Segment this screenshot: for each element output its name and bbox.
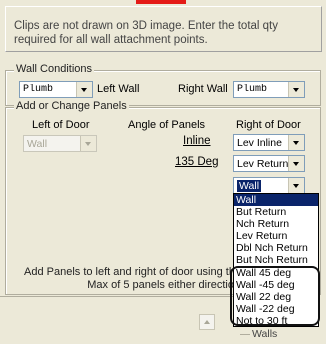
- right-wall-label: Right Wall: [178, 83, 228, 95]
- right-panel-3-dropdown-button[interactable]: [288, 178, 304, 193]
- left-of-door-label: Left of Door: [32, 119, 90, 131]
- left-of-door-value: Wall: [27, 138, 48, 150]
- dropdown-option[interactable]: But Return: [234, 206, 318, 218]
- right-panel-3-combo[interactable]: Wall: [233, 177, 305, 194]
- walls-partial-label: Walls: [232, 328, 326, 343]
- dropdown-option[interactable]: Wall: [234, 194, 318, 207]
- angle-of-panels-label: Angle of Panels: [128, 119, 206, 131]
- right-panel-3-value: Wall: [237, 180, 262, 192]
- wall-conditions-label: Wall Conditions: [14, 63, 95, 75]
- right-panel-1-dropdown-button[interactable]: [288, 135, 304, 150]
- panels-group-label: Add or Change Panels: [14, 100, 129, 112]
- chevron-down-icon: [293, 88, 299, 92]
- left-of-door-combo: Wall: [23, 135, 97, 152]
- right-wall-value: Plumb: [237, 84, 268, 95]
- right-panel-2-value: Lev Return: [237, 158, 289, 170]
- right-panel-2-combo[interactable]: Lev Return: [233, 155, 305, 172]
- chevron-down-icon: [293, 141, 299, 145]
- dropdown-option[interactable]: Dbl Nch Return: [234, 242, 318, 254]
- left-wall-label: Left Wall: [97, 83, 140, 95]
- arrow-up-icon: [204, 320, 210, 324]
- chevron-down-icon: [81, 88, 87, 92]
- footer-line-1: Add Panels to left and right of door usi…: [24, 266, 236, 278]
- left-wall-value: Plumb: [23, 84, 54, 95]
- left-wall-dropdown-button[interactable]: [76, 82, 92, 97]
- chevron-down-icon: [293, 162, 299, 166]
- right-wall-dropdown-button[interactable]: [288, 82, 304, 97]
- info-box: Clips are not drawn on 3D image. Enter t…: [5, 6, 322, 52]
- red-accent-bar: [136, 0, 186, 4]
- footer-text: Add Panels to left and right of door usi…: [24, 266, 236, 292]
- right-panel-1-combo[interactable]: Lev Inline: [233, 134, 305, 151]
- highlight-callout: [230, 266, 320, 326]
- walls-text: Walls: [252, 328, 278, 340]
- dropdown-option[interactable]: Nch Return: [234, 218, 318, 230]
- right-wall-combo[interactable]: Plumb: [233, 81, 305, 98]
- scroll-up-button[interactable]: [199, 314, 215, 330]
- right-panel-2-dropdown-button[interactable]: [288, 156, 304, 171]
- left-of-door-dropdown-button: [80, 136, 96, 151]
- footer-line-2: Max of 5 panels either directio: [87, 279, 234, 291]
- right-of-door-label: Right of Door: [236, 119, 301, 131]
- info-text: Clips are not drawn on 3D image. Enter t…: [14, 20, 279, 46]
- chevron-down-icon: [293, 184, 299, 188]
- angle-inline-label[interactable]: Inline: [183, 135, 211, 147]
- angle-135-label[interactable]: 135 Deg: [175, 156, 218, 168]
- dropdown-option[interactable]: Lev Return: [234, 230, 318, 242]
- dropdown-option[interactable]: But Nch Return: [234, 254, 318, 266]
- left-wall-combo[interactable]: Plumb: [19, 81, 93, 98]
- chevron-down-icon: [85, 142, 91, 146]
- right-panel-1-value: Lev Inline: [237, 137, 282, 149]
